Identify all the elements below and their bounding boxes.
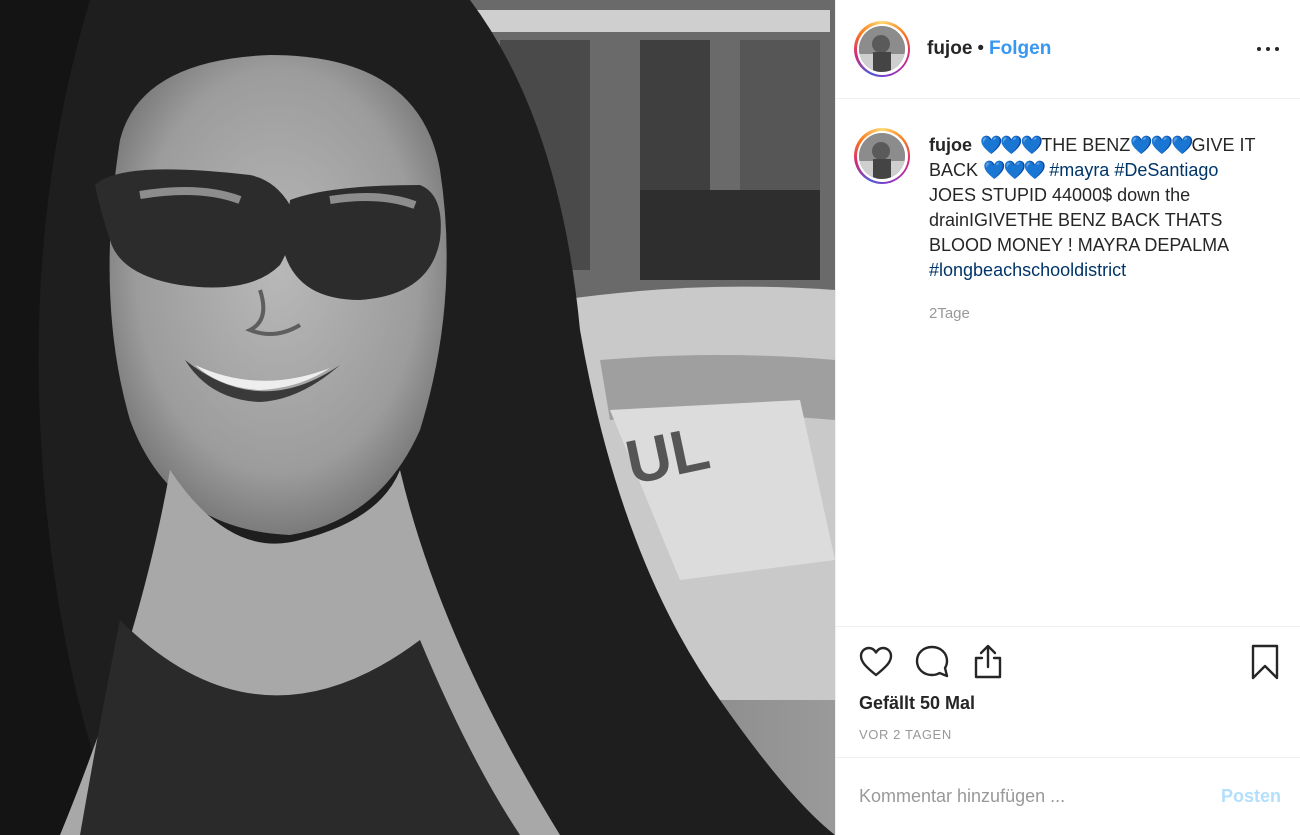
post-comment-button[interactable]: Posten — [1221, 786, 1281, 807]
post-header: fujoe • Folgen — [836, 0, 1300, 99]
blue-heart-emoji: 💙💙💙 — [983, 160, 1046, 180]
blue-heart-emoji: 💙💙💙 — [1130, 135, 1193, 155]
hashtag-link[interactable]: #mayra — [1049, 160, 1109, 180]
caption: fujoe 💙💙💙THE BENZ💙💙💙GIVE IT BACK 💙💙💙 #ma… — [854, 128, 1284, 326]
comment-icon[interactable] — [914, 644, 950, 680]
username-link[interactable]: fujoe — [927, 38, 972, 60]
post-side-panel: fujoe • Folgen fujoe 💙💙💙THE BENZ💙💙💙GIVE … — [835, 0, 1300, 835]
follow-button[interactable]: Folgen — [989, 38, 1051, 60]
avatar-border — [856, 23, 908, 75]
hashtag-link[interactable]: #longbeachschooldistrict — [929, 260, 1126, 280]
avatar-border — [856, 130, 908, 182]
blue-heart-emoji: 💙💙💙 — [980, 135, 1043, 155]
header-user-info: fujoe • Folgen — [927, 38, 1051, 60]
action-icons-row — [858, 644, 1283, 680]
caption-segment: THE BENZ — [1041, 135, 1131, 155]
caption-text: fujoe 💙💙💙THE BENZ💙💙💙GIVE IT BACK 💙💙💙 #ma… — [929, 133, 1269, 326]
post-photo[interactable]: UL — [0, 0, 835, 835]
avatar[interactable] — [854, 21, 910, 77]
avatar-image — [859, 26, 905, 72]
actions-section: Gefällt 50 Mal VOR 2 TAGEN — [836, 626, 1300, 758]
profile-picture-icon — [859, 26, 905, 72]
heart-icon[interactable] — [858, 644, 894, 680]
more-dot — [1275, 47, 1279, 51]
hashtag-link[interactable]: #DeSantiago — [1114, 160, 1218, 180]
caption-timestamp[interactable]: 2Tage — [929, 301, 1269, 326]
comment-input[interactable] — [859, 786, 1221, 807]
share-icon[interactable] — [970, 644, 1006, 680]
caption-avatar[interactable] — [854, 128, 910, 184]
bookmark-icon[interactable] — [1247, 644, 1283, 680]
caption-username-link[interactable]: fujoe — [929, 135, 972, 155]
likes-count[interactable]: Gefällt 50 Mal — [859, 693, 975, 714]
separator-dot: • — [977, 38, 985, 59]
more-options-icon[interactable] — [1257, 38, 1279, 60]
comment-form: Posten — [836, 758, 1300, 835]
avatar-image — [859, 133, 905, 179]
more-dot — [1266, 47, 1270, 51]
more-dot — [1257, 47, 1261, 51]
post-photo-image: UL — [0, 0, 835, 835]
caption-segment: JOES STUPID 44000$ down the drainIGIVETH… — [929, 185, 1229, 255]
post-date[interactable]: VOR 2 TAGEN — [859, 727, 952, 742]
profile-picture-icon — [859, 133, 905, 179]
